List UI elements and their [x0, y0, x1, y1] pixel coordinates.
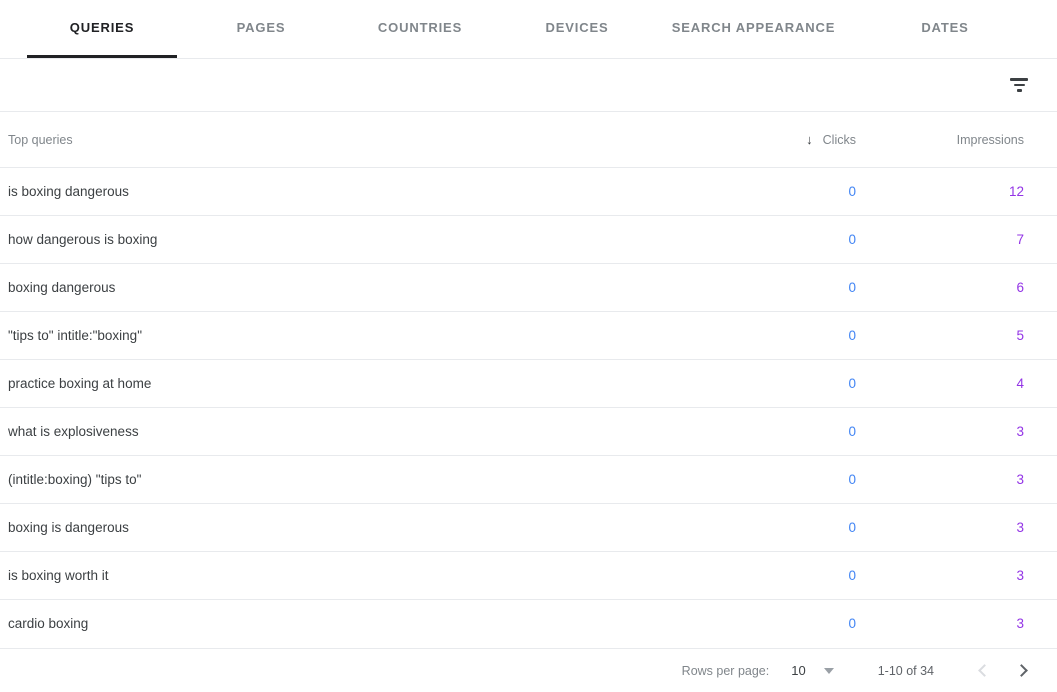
cell-impressions: 3 [870, 455, 1057, 504]
cell-query: cardio boxing [0, 599, 700, 648]
table-row[interactable]: cardio boxing 0 3 [0, 599, 1057, 648]
tab-dates-label: DATES [921, 19, 969, 35]
table-header: Top queries ↓ Clicks Impressions [0, 111, 1057, 168]
table-row[interactable]: "tips to" intitle:"boxing" 0 5 [0, 311, 1057, 360]
table-row[interactable]: how dangerous is boxing 0 7 [0, 215, 1057, 264]
tab-devices-label: DEVICES [545, 19, 609, 35]
dimension-tabs: QUERIES PAGES COUNTRIES DEVICES SEARCH A… [0, 0, 1057, 58]
filter-button[interactable] [999, 65, 1039, 105]
cell-query: practice boxing at home [0, 359, 700, 408]
column-header-clicks[interactable]: ↓ Clicks [700, 111, 870, 168]
tab-countries-label: COUNTRIES [377, 19, 463, 35]
cell-query: "tips to" intitle:"boxing" [0, 311, 700, 360]
cell-clicks: 0 [700, 503, 870, 552]
chevron-down-icon [823, 667, 834, 674]
table-header-row: Top queries ↓ Clicks Impressions [0, 111, 1057, 168]
table-row[interactable]: is boxing dangerous 0 12 [0, 167, 1057, 216]
cell-query: how dangerous is boxing [0, 215, 700, 264]
cell-impressions: 3 [870, 503, 1057, 552]
cell-impressions: 3 [870, 551, 1057, 600]
table-row[interactable]: (intitle:boxing) "tips to" 0 3 [0, 455, 1057, 504]
chevron-left-icon [978, 664, 991, 677]
tab-queries[interactable]: QUERIES [27, 0, 177, 58]
tab-pages-label: PAGES [236, 19, 286, 35]
search-performance-panel: QUERIES PAGES COUNTRIES DEVICES SEARCH A… [0, 0, 1057, 692]
cell-query: is boxing worth it [0, 551, 700, 600]
table-row[interactable]: practice boxing at home 0 4 [0, 359, 1057, 408]
sort-descending-icon: ↓ [806, 131, 813, 147]
column-header-impressions[interactable]: Impressions [870, 111, 1057, 168]
active-tab-indicator [27, 55, 177, 58]
table-row[interactable]: what is explosiveness 0 3 [0, 407, 1057, 456]
cell-query: what is explosiveness [0, 407, 700, 456]
cell-clicks: 0 [700, 359, 870, 408]
table-toolbar [0, 58, 1057, 111]
tab-queries-label: QUERIES [69, 19, 135, 35]
tab-devices[interactable]: DEVICES [522, 0, 632, 58]
cell-clicks: 0 [700, 551, 870, 600]
pagination-range-label: 1-10 of 34 [877, 663, 934, 678]
tab-dates[interactable]: DATES [890, 0, 1000, 58]
tab-search-appearance-label: SEARCH APPEARANCE [671, 19, 836, 35]
pagination-bar: Rows per page: 10 1-10 of 34 [0, 648, 1057, 692]
table-row[interactable]: boxing is dangerous 0 3 [0, 503, 1057, 552]
cell-impressions: 7 [870, 215, 1057, 264]
tab-pages[interactable]: PAGES [201, 0, 321, 58]
cell-clicks: 0 [700, 167, 870, 216]
cell-impressions: 3 [870, 407, 1057, 456]
cell-clicks: 0 [700, 263, 870, 312]
cell-impressions: 12 [870, 167, 1057, 216]
cell-clicks: 0 [700, 407, 870, 456]
rows-per-page-label: Rows per page: [681, 663, 770, 678]
cell-clicks: 0 [700, 455, 870, 504]
cell-query: (intitle:boxing) "tips to" [0, 455, 700, 504]
rows-per-page-select[interactable]: 10 [791, 663, 834, 678]
queries-table: Top queries ↓ Clicks Impressions is boxin… [0, 111, 1057, 648]
cell-impressions: 3 [870, 599, 1057, 648]
column-header-query[interactable]: Top queries [0, 111, 700, 168]
cell-clicks: 0 [700, 599, 870, 648]
cell-impressions: 4 [870, 359, 1057, 408]
rows-per-page-value: 10 [791, 663, 806, 678]
cell-query: boxing is dangerous [0, 503, 700, 552]
cell-query: boxing dangerous [0, 263, 700, 312]
column-header-clicks-label: Clicks [822, 132, 856, 147]
table-body: is boxing dangerous 0 12 how dangerous i… [0, 167, 1057, 648]
next-page-button[interactable] [1003, 651, 1043, 691]
cell-impressions: 6 [870, 263, 1057, 312]
tab-search-appearance[interactable]: SEARCH APPEARANCE [656, 0, 851, 58]
cell-clicks: 0 [700, 215, 870, 264]
cell-impressions: 5 [870, 311, 1057, 360]
cell-query: is boxing dangerous [0, 167, 700, 216]
column-header-query-label: Top queries [8, 132, 73, 147]
column-header-impressions-label: Impressions [956, 132, 1024, 147]
cell-clicks: 0 [700, 311, 870, 360]
tab-countries[interactable]: COUNTRIES [345, 0, 495, 58]
filter-icon [1009, 77, 1029, 93]
table-row[interactable]: boxing dangerous 0 6 [0, 263, 1057, 312]
previous-page-button[interactable] [963, 651, 1003, 691]
chevron-right-icon [1015, 664, 1028, 677]
table-row[interactable]: is boxing worth it 0 3 [0, 551, 1057, 600]
